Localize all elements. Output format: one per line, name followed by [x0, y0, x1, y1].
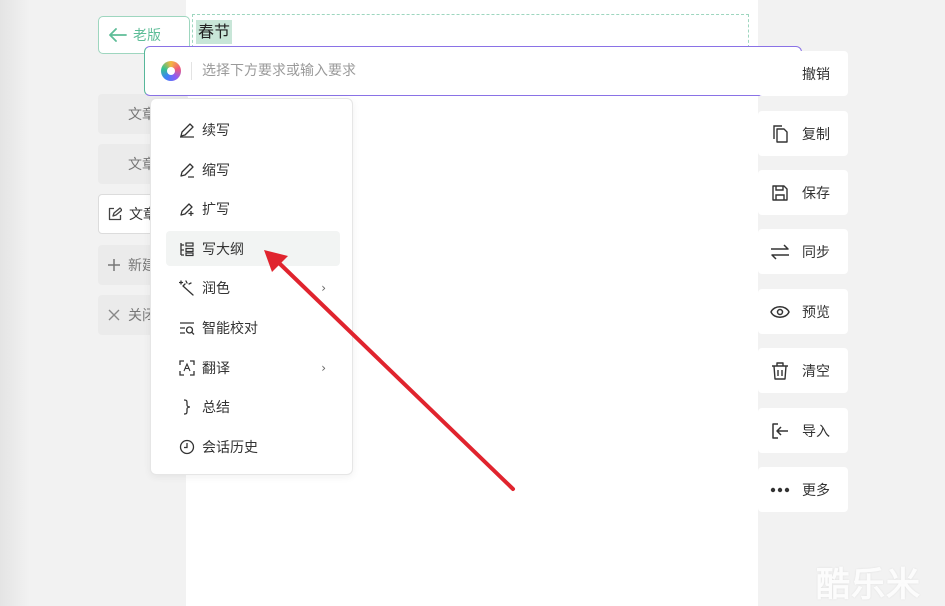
- menu-item-expand[interactable]: 扩写: [166, 191, 340, 226]
- menu-item-label: 总结: [202, 399, 230, 416]
- menu-item-label: 会话历史: [202, 439, 258, 456]
- right-button-label: 清空: [802, 363, 830, 380]
- import-icon: [770, 421, 790, 441]
- trash-icon: [770, 361, 790, 381]
- menu-item-label: 写大纲: [202, 241, 244, 258]
- ai-action-menu: 续写 缩写 扩写 写大纲 润色 › 智能校对 翻译 › 总结 会话历史: [150, 98, 353, 475]
- menu-item-continue[interactable]: 续写: [166, 112, 340, 147]
- selected-text[interactable]: 春节: [196, 20, 233, 44]
- right-button-label: 复制: [802, 126, 830, 143]
- eye-icon: [770, 302, 790, 322]
- edit-icon: [107, 207, 123, 221]
- right-button-label: 同步: [802, 244, 830, 261]
- chevron-right-icon: ›: [321, 360, 326, 375]
- sync-icon: [770, 242, 790, 262]
- pencil-icon: [178, 161, 196, 179]
- menu-item-summarize[interactable]: 总结: [166, 389, 340, 424]
- more-button[interactable]: 更多: [758, 467, 848, 512]
- watermark: 酷乐米: [816, 565, 921, 605]
- save-icon: [770, 183, 790, 203]
- menu-item-label: 续写: [202, 122, 230, 139]
- divider: [191, 62, 192, 80]
- menu-item-outline[interactable]: 写大纲: [166, 231, 340, 266]
- pencil-icon: [178, 121, 196, 139]
- right-button-label: 预览: [802, 304, 830, 321]
- arrow-left-icon: [109, 28, 127, 42]
- menu-item-label: 扩写: [202, 201, 230, 218]
- ai-prompt-input[interactable]: [200, 62, 763, 80]
- chevron-right-icon: ›: [321, 280, 326, 295]
- clear-button[interactable]: 清空: [758, 348, 848, 393]
- left-shadow: [0, 0, 30, 606]
- magic-wand-icon: [178, 279, 196, 297]
- menu-item-proofread[interactable]: 智能校对: [166, 310, 340, 345]
- save-button[interactable]: 保存: [758, 170, 848, 215]
- ai-prompt-bar[interactable]: [144, 46, 802, 96]
- undo-button[interactable]: 撤销: [758, 51, 848, 96]
- preview-button[interactable]: 预览: [758, 289, 848, 334]
- menu-item-history[interactable]: 会话历史: [166, 429, 340, 464]
- menu-item-label: 智能校对: [202, 320, 258, 337]
- menu-item-label: 润色: [202, 280, 230, 297]
- pencil-plus-icon: [178, 200, 196, 218]
- proofread-icon: [178, 319, 196, 337]
- brace-icon: [178, 398, 196, 416]
- copy-button[interactable]: 复制: [758, 111, 848, 156]
- close-icon: [106, 309, 122, 321]
- menu-item-label: 翻译: [202, 360, 230, 377]
- right-button-label: 撤销: [802, 66, 830, 83]
- copy-icon: [770, 124, 790, 144]
- menu-item-polish[interactable]: 润色 ›: [166, 270, 340, 305]
- right-button-label: 保存: [802, 185, 830, 202]
- ai-logo-icon: [161, 61, 181, 81]
- plus-icon: [106, 258, 122, 272]
- menu-item-translate[interactable]: 翻译 ›: [166, 350, 340, 385]
- outline-icon: [178, 240, 196, 258]
- menu-item-label: 缩写: [202, 162, 230, 179]
- clock-icon: [178, 438, 196, 456]
- right-button-label: 导入: [802, 423, 830, 440]
- selection-frame: [192, 14, 749, 48]
- translate-icon: [178, 359, 196, 377]
- more-icon: [770, 480, 790, 500]
- sync-button[interactable]: 同步: [758, 229, 848, 274]
- old-version-label: 老版: [133, 28, 161, 44]
- menu-item-abbreviate[interactable]: 缩写: [166, 152, 340, 187]
- undo-icon: [770, 64, 790, 84]
- import-button[interactable]: 导入: [758, 408, 848, 453]
- right-button-label: 更多: [802, 482, 830, 499]
